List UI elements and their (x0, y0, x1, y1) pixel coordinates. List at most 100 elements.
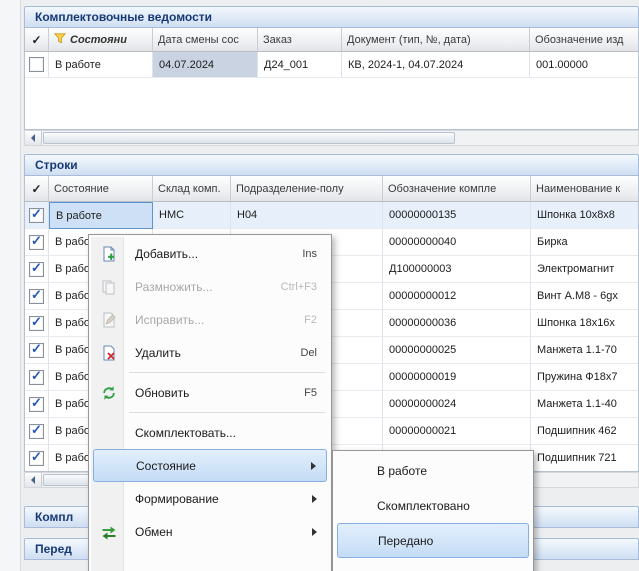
cell-code[interactable]: Д100000003 (383, 256, 531, 283)
menu-item-shortcut: Ins (302, 248, 317, 260)
cell-code[interactable]: 00000000040 (383, 229, 531, 256)
column-header-name[interactable]: Наименование к (531, 176, 638, 202)
column-header-state[interactable]: Состояние (49, 176, 153, 202)
menu-item-label: Исправить... (135, 313, 296, 327)
row-checkbox-cell (25, 202, 49, 229)
cell-state-date[interactable]: 04.07.2024 (153, 52, 258, 78)
menu-item-delete[interactable]: Удалить Del (93, 336, 327, 369)
cell-name[interactable]: Подшипник 721 (531, 445, 638, 472)
cell-state[interactable]: В работе (49, 52, 153, 78)
cell-state[interactable]: В работе (49, 202, 153, 229)
column-header-select-all[interactable]: ✓ (25, 28, 49, 52)
row-checkbox[interactable] (29, 57, 44, 72)
submenu-item-v-rabote[interactable]: В работе (337, 453, 529, 488)
menu-item-label: Добавить... (135, 247, 294, 261)
column-header-document[interactable]: Документ (тип, №, дата) (342, 28, 530, 52)
cell-name[interactable]: Манжета 1.1-40 (531, 391, 638, 418)
panel-header-stroki[interactable]: Строки (24, 154, 639, 176)
cell-code[interactable]: 00000000012 (383, 283, 531, 310)
cell-code[interactable]: 00000000019 (383, 364, 531, 391)
menu-item-state[interactable]: Состояние (93, 449, 327, 482)
row-checkbox-cell (25, 52, 49, 78)
cell-name[interactable]: Электромагнит (531, 256, 638, 283)
app-window: Комплектовочные ведомости ✓ Состояни Дат… (0, 0, 639, 571)
cell-name[interactable]: Шпонка 18х16х (531, 310, 638, 337)
row-checkbox[interactable] (29, 235, 44, 250)
row-checkbox[interactable] (29, 370, 44, 385)
submenu-item-skomplektovano[interactable]: Скомплектовано (337, 488, 529, 523)
edit-icon (97, 309, 121, 331)
menu-item-label: Скомплектовать... (135, 426, 317, 440)
vedomosti-hscrollbar[interactable] (24, 130, 639, 146)
row-checkbox[interactable] (29, 451, 44, 466)
row-checkbox-cell (25, 310, 49, 337)
menu-item-label: Удалить (135, 346, 292, 360)
column-header-order[interactable]: Заказ (258, 28, 342, 52)
cell-name[interactable]: Манжета 1.1-70 (531, 337, 638, 364)
cell-product-code[interactable]: 001.00000 (530, 52, 638, 78)
column-header-product-code[interactable]: Обозначение изд (530, 28, 638, 52)
menu-item-formirovanie[interactable]: Формирование (93, 482, 327, 515)
cell-document[interactable]: КВ, 2024-1, 04.07.2024 (342, 52, 530, 78)
cell-code[interactable]: 00000000135 (383, 202, 531, 229)
row-checkbox[interactable] (29, 424, 44, 439)
exchange-icon (97, 521, 121, 543)
menu-item-label: Состояние (136, 459, 303, 473)
menu-separator (91, 409, 329, 416)
column-header-label: Документ (тип, №, дата) (347, 34, 471, 46)
scroll-left-button[interactable] (25, 131, 42, 145)
column-header-department[interactable]: Подразделение-полу (231, 176, 383, 202)
row-checkbox[interactable] (29, 208, 44, 223)
row-checkbox[interactable] (29, 316, 44, 331)
scroll-left-icon (31, 476, 35, 484)
stroki-grid-header: ✓ Состояние Склад комп. Подразделение-по… (25, 176, 638, 202)
left-panel-strip[interactable] (0, 0, 21, 571)
row-checkbox[interactable] (29, 262, 44, 277)
cell-department[interactable]: Н04 (231, 202, 383, 229)
row-checkbox-cell (25, 445, 49, 472)
row-checkbox[interactable] (29, 397, 44, 412)
cell-name[interactable]: Пружина Ф18х7 (531, 364, 638, 391)
cell-name[interactable]: Подшипник 462 (531, 418, 638, 445)
column-header-label: Обозначение изд (535, 34, 623, 46)
cell-code[interactable]: 00000000021 (383, 418, 531, 445)
column-header-select-all[interactable]: ✓ (25, 176, 49, 202)
menu-item-shortcut: Del (300, 347, 317, 359)
menu-item-skomplektovat[interactable]: Скомплектовать... (93, 416, 327, 449)
cell-code[interactable]: 00000000024 (383, 391, 531, 418)
row-checkbox[interactable] (29, 343, 44, 358)
scroll-left-button[interactable] (25, 473, 42, 487)
menu-separator (91, 369, 329, 376)
cell-name[interactable]: Шпонка 10х8х8 (531, 202, 638, 229)
menu-item-duplicate[interactable]: Размножить... Ctrl+F3 (93, 270, 327, 303)
scrollbar-thumb[interactable] (43, 132, 455, 144)
cell-name[interactable]: Винт А.М8 - 6gх (531, 283, 638, 310)
menu-item-add[interactable]: Добавить... Ins (93, 237, 327, 270)
submenu-item-peredano[interactable]: Передано (337, 523, 529, 558)
row-checkbox[interactable] (29, 289, 44, 304)
column-header-state-date[interactable]: Дата смены сос (153, 28, 258, 52)
submenu-arrow-icon (312, 495, 317, 503)
cell-warehouse[interactable]: НМС (153, 202, 231, 229)
cell-order[interactable]: Д24_001 (258, 52, 342, 78)
column-header-warehouse[interactable]: Склад комп. (153, 176, 231, 202)
menu-item-refresh[interactable]: Обновить F5 (93, 376, 327, 409)
row-checkbox-cell (25, 283, 49, 310)
panel-title: Компл (35, 510, 73, 524)
menu-item-shortcut: F5 (304, 387, 317, 399)
menu-item-edit[interactable]: Исправить... F2 (93, 303, 327, 336)
table-row[interactable]: В работе 04.07.2024 Д24_001 КВ, 2024-1, … (25, 52, 638, 78)
column-header-label: Обозначение компле (388, 183, 496, 195)
refresh-icon (97, 382, 121, 404)
row-checkbox-cell (25, 418, 49, 445)
cell-code[interactable]: 00000000036 (383, 310, 531, 337)
menu-item-label: Скомплектовано (377, 499, 470, 513)
column-header-code[interactable]: Обозначение компле (383, 176, 531, 202)
column-header-state[interactable]: Состояни (49, 28, 153, 52)
panel-header-vedomosti[interactable]: Комплектовочные ведомости (24, 6, 639, 28)
cell-name[interactable]: Бирка (531, 229, 638, 256)
table-row[interactable]: В работе НМС Н04 00000000135 Шпонка 10х8… (25, 202, 638, 229)
cell-code[interactable]: 00000000025 (383, 337, 531, 364)
row-checkbox-cell (25, 391, 49, 418)
menu-item-obmen[interactable]: Обмен (93, 515, 327, 548)
